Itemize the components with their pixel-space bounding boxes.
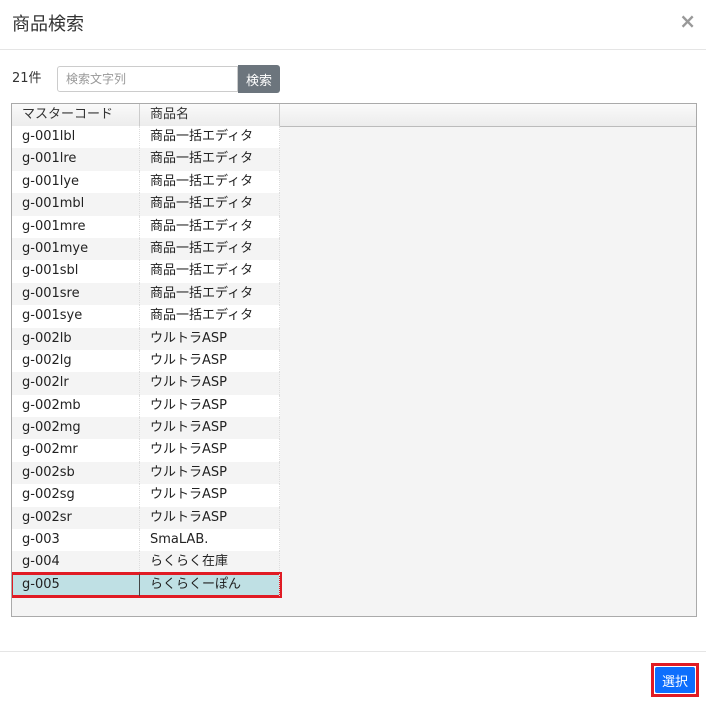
table-row[interactable]: g-002sb ウルトラASP	[12, 461, 280, 485]
cell-master-code: g-002sb	[12, 461, 140, 485]
cell-master-code: g-001sbl	[12, 260, 140, 283]
select-button[interactable]: 選択	[655, 667, 695, 693]
table-row[interactable]: g-002lg ウルトラASP	[12, 349, 280, 373]
column-header-product-name[interactable]: 商品名	[140, 104, 280, 126]
select-button-highlight: 選択	[651, 663, 699, 697]
cell-master-code: g-001lbl	[12, 126, 140, 149]
table-row[interactable]: g-002lr ウルトラASP	[12, 372, 280, 395]
table-row[interactable]: g-004 らくらく在庫	[12, 551, 280, 574]
grid-header: マスターコード 商品名	[12, 104, 696, 127]
cell-master-code: g-002sg	[12, 484, 140, 507]
cell-master-code: g-004	[12, 551, 140, 574]
cell-product-name: 商品一括エディタ	[140, 237, 280, 261]
cell-master-code: g-002lr	[12, 372, 140, 395]
table-row[interactable]: g-002sr ウルトラASP	[12, 506, 280, 530]
cell-product-name: 商品一括エディタ	[140, 305, 280, 328]
cell-master-code: g-002sr	[12, 506, 140, 530]
cell-master-code: g-001mre	[12, 215, 140, 238]
cell-product-name: らくらく在庫	[140, 551, 280, 574]
cell-product-name: ウルトラASP	[140, 417, 280, 440]
cell-master-code: g-001mbl	[12, 193, 140, 216]
cell-master-code: g-003	[12, 529, 140, 552]
table-row[interactable]: g-003 SmaLAB.	[12, 529, 280, 552]
table-row[interactable]: g-002lb ウルトラASP	[12, 327, 280, 350]
cell-product-name: ウルトラASP	[140, 484, 280, 507]
cell-product-name: 商品一括エディタ	[140, 148, 280, 171]
table-row[interactable]: g-001lbl 商品一括エディタ	[12, 126, 280, 149]
cell-product-name: ウルトラASP	[140, 461, 280, 485]
table-row[interactable]: g-001lre 商品一括エディタ	[12, 148, 280, 171]
footer-divider	[0, 651, 706, 652]
cell-master-code: g-002lg	[12, 349, 140, 373]
table-row[interactable]: g-002mb ウルトラASP	[12, 394, 280, 418]
table-row-selected[interactable]: g-005 らくらくーぽん	[12, 571, 282, 599]
cell-master-code: g-002mb	[12, 394, 140, 418]
cell-master-code: g-001lye	[12, 170, 140, 194]
table-row[interactable]: g-002mg ウルトラASP	[12, 417, 280, 440]
cell-product-name: 商品一括エディタ	[140, 215, 280, 238]
table-row[interactable]: g-001mye 商品一括エディタ	[12, 237, 280, 261]
cell-master-code: g-002mr	[12, 439, 140, 462]
table-row[interactable]: g-001sre 商品一括エディタ	[12, 282, 280, 306]
cell-product-name: ウルトラASP	[140, 506, 280, 530]
table-row[interactable]: g-001mre 商品一括エディタ	[12, 215, 280, 238]
cell-product-name: ウルトラASP	[140, 327, 280, 350]
product-grid: マスターコード 商品名 g-001lbl 商品一括エディタ g-001lre 商品一括…	[11, 103, 697, 617]
column-header-master-code[interactable]: マスターコード	[12, 104, 140, 126]
table-row[interactable]: g-001mbl 商品一括エディタ	[12, 193, 280, 216]
cell-product-name: ウルトラASP	[140, 349, 280, 373]
cell-product-name: ウルトラASP	[140, 439, 280, 462]
table-row[interactable]: g-002sg ウルトラASP	[12, 484, 280, 507]
cell-master-code: g-005	[12, 573, 140, 597]
cell-product-name: 商品一括エディタ	[140, 170, 280, 194]
search-button[interactable]: 検索	[238, 65, 280, 93]
search-input[interactable]	[57, 66, 238, 92]
cell-product-name: らくらくーぽん	[140, 573, 280, 597]
table-row[interactable]: g-001lye 商品一括エディタ	[12, 170, 280, 194]
modal-title: 商品検索	[12, 14, 84, 35]
cell-product-name: ウルトラASP	[140, 372, 280, 395]
cell-master-code: g-001sye	[12, 305, 140, 328]
cell-product-name: 商品一括エディタ	[140, 260, 280, 283]
table-row[interactable]: g-001sye 商品一括エディタ	[12, 305, 280, 328]
grid-body: g-001lbl 商品一括エディタ g-001lre 商品一括エディタ g-001lye…	[12, 126, 282, 599]
cell-master-code: g-002lb	[12, 327, 140, 350]
cell-product-name: ウルトラASP	[140, 394, 280, 418]
table-row[interactable]: g-002mr ウルトラASP	[12, 439, 280, 462]
cell-master-code: g-002mg	[12, 417, 140, 440]
close-icon[interactable]: ×	[679, 11, 696, 31]
result-count: 21件	[12, 71, 42, 86]
cell-product-name: 商品一括エディタ	[140, 126, 280, 149]
cell-product-name: 商品一括エディタ	[140, 282, 280, 306]
cell-product-name: SmaLAB.	[140, 529, 280, 552]
cell-master-code: g-001mye	[12, 237, 140, 261]
cell-product-name: 商品一括エディタ	[140, 193, 280, 216]
table-row[interactable]: g-001sbl 商品一括エディタ	[12, 260, 280, 283]
cell-master-code: g-001lre	[12, 148, 140, 171]
cell-master-code: g-001sre	[12, 282, 140, 306]
modal-header: 商品検索 ×	[0, 0, 706, 50]
